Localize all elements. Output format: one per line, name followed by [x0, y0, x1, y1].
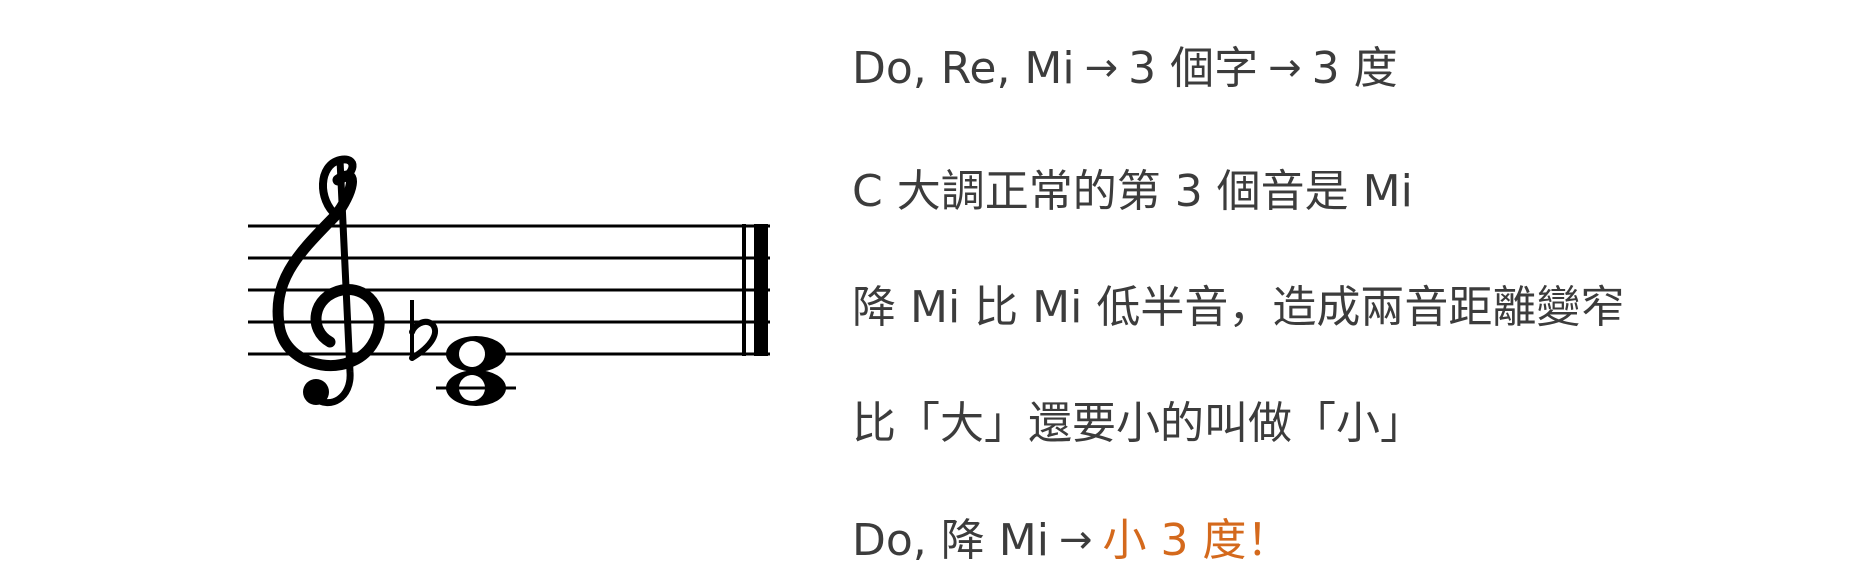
explanation-line-2: C 大調正常的第 3 個音是 Mi	[852, 166, 1413, 217]
whole-note-icon	[446, 336, 506, 372]
treble-clef-dot	[303, 379, 329, 405]
explanation-line-4: 比「大」還要小的叫做「小」	[852, 398, 1424, 449]
right-arrow-icon: →	[1058, 517, 1093, 563]
staff-svg	[248, 155, 770, 407]
right-arrow-icon: →	[1084, 45, 1119, 91]
line-5-part-1: Do, 降 Mi	[852, 515, 1049, 566]
line-1-part-1: Do, Re, Mi	[852, 43, 1075, 94]
treble-clef-icon	[272, 155, 385, 407]
right-arrow-icon: →	[1268, 45, 1302, 91]
explanation-text: Do, Re, Mi → 3 個字 → 3 度 C 大調正常的第 3 個音是 Mi 降 …	[852, 0, 1842, 582]
line-1-part-3: 3 度	[1311, 43, 1398, 94]
final-barline-icon	[742, 224, 768, 356]
explanation-line-1: Do, Re, Mi → 3 個字 → 3 度	[852, 40, 1398, 97]
conclusion-highlight: 小 3 度！	[1102, 515, 1291, 566]
line-1-part-2: 3 個字	[1128, 43, 1259, 94]
explanation-line-5: Do, 降 Mi → 小 3 度！	[852, 512, 1290, 569]
music-staff-illustration	[0, 0, 820, 582]
flat-sign-icon	[409, 300, 439, 361]
explanation-line-3: 降 Mi 比 Mi 低半音，造成兩音距離變窄	[852, 282, 1625, 333]
